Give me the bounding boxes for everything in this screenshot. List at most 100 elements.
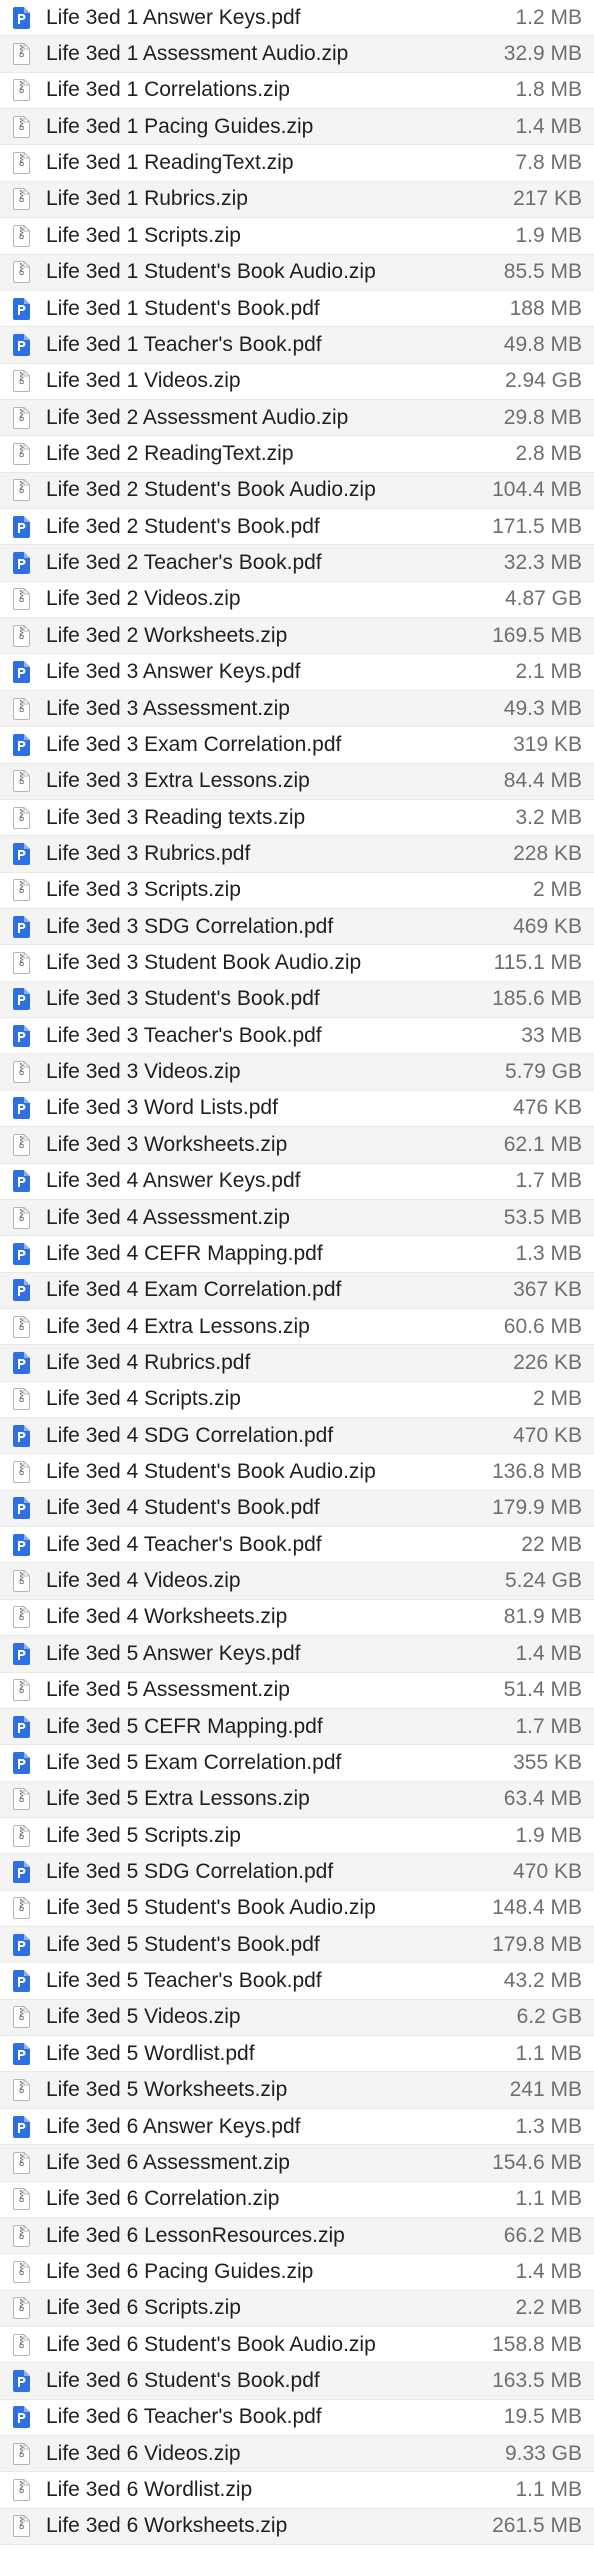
file-row[interactable]: Life 3ed 2 Student's Book.pdf 171.5 MB bbox=[0, 509, 594, 546]
pdf-file-icon bbox=[13, 1170, 30, 1193]
file-size: 1.7 MB bbox=[515, 1714, 582, 1738]
file-row[interactable]: Life 3ed 6 Assessment.zip 154.6 MB bbox=[0, 2145, 594, 2182]
zip-file-icon bbox=[13, 1824, 30, 1847]
file-row[interactable]: Life 3ed 5 Wordlist.pdf 1.1 MB bbox=[0, 2036, 594, 2073]
file-row[interactable]: Life 3ed 2 Videos.zip 4.87 GB bbox=[0, 581, 594, 619]
file-size: 169.5 MB bbox=[492, 623, 582, 647]
file-row[interactable]: Life 3ed 4 Student's Book.pdf 179.9 MB bbox=[0, 1490, 594, 1528]
pdf-file-icon bbox=[13, 1242, 30, 1265]
file-row[interactable]: Life 3ed 5 Scripts.zip 1.9 MB bbox=[0, 1817, 594, 1855]
zip-file-icon bbox=[13, 2333, 30, 2356]
file-row[interactable]: Life 3ed 2 ReadingText.zip 2.8 MB bbox=[0, 436, 594, 473]
file-row[interactable]: Life 3ed 2 Teacher's Book.pdf 32.3 MB bbox=[0, 545, 594, 582]
file-row[interactable]: Life 3ed 3 Word Lists.pdf 476 KB bbox=[0, 1090, 594, 1128]
file-row[interactable]: Life 3ed 3 Reading texts.zip 3.2 MB bbox=[0, 799, 594, 837]
file-row[interactable]: Life 3ed 1 Pacing Guides.zip 1.4 MB bbox=[0, 109, 594, 146]
file-row[interactable]: Life 3ed 3 Student's Book.pdf 185.6 MB bbox=[0, 981, 594, 1019]
file-row[interactable]: Life 3ed 6 Pacing Guides.zip 1.4 MB bbox=[0, 2254, 594, 2291]
pdf-file-icon bbox=[13, 1424, 30, 1447]
file-row[interactable]: Life 3ed 4 Worksheets.zip 81.9 MB bbox=[0, 1599, 594, 1637]
file-row[interactable]: Life 3ed 6 Student's Book Audio.zip 158.… bbox=[0, 2327, 594, 2364]
file-row[interactable]: Life 3ed 5 Teacher's Book.pdf 43.2 MB bbox=[0, 1963, 594, 2000]
pdf-file-icon bbox=[13, 1642, 30, 1665]
file-name: Life 3ed 5 CEFR Mapping.pdf bbox=[46, 1714, 323, 1738]
file-row[interactable]: Life 3ed 3 Answer Keys.pdf 2.1 MB bbox=[0, 654, 594, 691]
file-row[interactable]: Life 3ed 1 Assessment Audio.zip 32.9 MB bbox=[0, 36, 594, 73]
file-row[interactable]: Life 3ed 6 Answer Keys.pdf 1.3 MB bbox=[0, 2108, 594, 2146]
file-row[interactable]: Life 3ed 1 Student's Book Audio.zip 85.5… bbox=[0, 254, 594, 291]
zip-file-icon bbox=[13, 188, 30, 211]
file-row[interactable]: Life 3ed 5 Exam Correlation.pdf 355 KB bbox=[0, 1745, 594, 1782]
file-row[interactable]: Life 3ed 4 CEFR Mapping.pdf 1.3 MB bbox=[0, 1236, 594, 1273]
file-size: 5.24 GB bbox=[504, 1569, 582, 1593]
file-row[interactable]: Life 3ed 3 Assessment.zip 49.3 MB bbox=[0, 690, 594, 728]
file-row[interactable]: Life 3ed 5 Worksheets.zip 241 MB bbox=[0, 2072, 594, 2109]
file-row[interactable]: Life 3ed 5 Student's Book.pdf 179.8 MB bbox=[0, 1927, 594, 1964]
file-row[interactable]: Life 3ed 1 Correlations.zip 1.8 MB bbox=[0, 72, 594, 110]
file-row[interactable]: Life 3ed 3 Extra Lessons.zip 84.4 MB bbox=[0, 763, 594, 800]
file-row[interactable]: Life 3ed 6 Correlation.zip 1.1 MB bbox=[0, 2181, 594, 2218]
file-row[interactable]: Life 3ed 1 Scripts.zip 1.9 MB bbox=[0, 218, 594, 255]
file-row[interactable]: Life 3ed 6 Videos.zip 9.33 GB bbox=[0, 2436, 594, 2473]
file-row[interactable]: Life 3ed 6 Teacher's Book.pdf 19.5 MB bbox=[0, 2399, 594, 2437]
file-name: Life 3ed 4 Student's Book.pdf bbox=[46, 1496, 320, 1520]
zip-file-icon bbox=[13, 588, 30, 611]
zip-file-icon bbox=[13, 224, 30, 247]
pdf-file-icon bbox=[13, 1279, 30, 1302]
file-row[interactable]: Life 3ed 2 Assessment Audio.zip 29.8 MB bbox=[0, 399, 594, 437]
file-row[interactable]: Life 3ed 4 Assessment.zip 53.5 MB bbox=[0, 1199, 594, 1237]
file-row[interactable]: Life 3ed 4 Student's Book Audio.zip 136.… bbox=[0, 1454, 594, 1491]
file-row[interactable]: Life 3ed 3 Teacher's Book.pdf 33 MB bbox=[0, 1018, 594, 1055]
file-row[interactable]: Life 3ed 2 Worksheets.zip 169.5 MB bbox=[0, 618, 594, 655]
file-row[interactable]: Life 3ed 1 ReadingText.zip 7.8 MB bbox=[0, 145, 594, 182]
pdf-file-icon bbox=[13, 1715, 30, 1738]
file-row[interactable]: Life 3ed 4 Exam Correlation.pdf 367 KB bbox=[0, 1272, 594, 1309]
file-size: 319 KB bbox=[513, 732, 582, 756]
file-row[interactable]: Life 3ed 3 Scripts.zip 2 MB bbox=[0, 872, 594, 909]
file-row[interactable]: Life 3ed 3 Rubrics.pdf 228 KB bbox=[0, 836, 594, 873]
file-row[interactable]: Life 3ed 6 Worksheets.zip 261.5 MB bbox=[0, 2508, 594, 2546]
file-row[interactable]: Life 3ed 2 Student's Book Audio.zip 104.… bbox=[0, 472, 594, 510]
file-row[interactable]: Life 3ed 5 CEFR Mapping.pdf 1.7 MB bbox=[0, 1708, 594, 1746]
file-row[interactable]: Life 3ed 5 SDG Correlation.pdf 470 KB bbox=[0, 1854, 594, 1891]
file-row[interactable]: Life 3ed 6 Wordlist.zip 1.1 MB bbox=[0, 2472, 594, 2509]
file-row[interactable]: Life 3ed 5 Answer Keys.pdf 1.4 MB bbox=[0, 1636, 594, 1673]
file-row[interactable]: Life 3ed 1 Teacher's Book.pdf 49.8 MB bbox=[0, 327, 594, 364]
file-row[interactable]: Life 3ed 4 Extra Lessons.zip 60.6 MB bbox=[0, 1308, 594, 1346]
file-size: 2.1 MB bbox=[515, 660, 582, 684]
zip-file-icon bbox=[13, 2442, 30, 2465]
file-row[interactable]: Life 3ed 4 Rubrics.pdf 226 KB bbox=[0, 1345, 594, 1382]
file-name: Life 3ed 5 Student's Book Audio.zip bbox=[46, 1896, 376, 1920]
pdf-file-icon bbox=[13, 1351, 30, 1374]
file-row[interactable]: Life 3ed 4 Scripts.zip 2 MB bbox=[0, 1381, 594, 1419]
file-row[interactable]: Life 3ed 3 SDG Correlation.pdf 469 KB bbox=[0, 908, 594, 946]
file-row[interactable]: Life 3ed 5 Extra Lessons.zip 63.4 MB bbox=[0, 1781, 594, 1818]
file-row[interactable]: Life 3ed 6 Scripts.zip 2.2 MB bbox=[0, 2290, 594, 2327]
zip-file-icon bbox=[13, 2224, 30, 2247]
file-row[interactable]: Life 3ed 3 Student Book Audio.zip 115.1 … bbox=[0, 945, 594, 982]
file-row[interactable]: Life 3ed 1 Student's Book.pdf 188 MB bbox=[0, 290, 594, 328]
file-row[interactable]: Life 3ed 1 Rubrics.zip 217 KB bbox=[0, 181, 594, 219]
file-row[interactable]: Life 3ed 4 Answer Keys.pdf 1.7 MB bbox=[0, 1163, 594, 1200]
file-row[interactable]: Life 3ed 5 Assessment.zip 51.4 MB bbox=[0, 1672, 594, 1709]
file-row[interactable]: Life 3ed 3 Videos.zip 5.79 GB bbox=[0, 1054, 594, 1091]
file-row[interactable]: Life 3ed 5 Student's Book Audio.zip 148.… bbox=[0, 1890, 594, 1928]
pdf-file-icon bbox=[13, 842, 30, 865]
file-row[interactable]: Life 3ed 4 Teacher's Book.pdf 22 MB bbox=[0, 1527, 594, 1564]
file-row[interactable]: Life 3ed 1 Videos.zip 2.94 GB bbox=[0, 363, 594, 400]
file-name: Life 3ed 3 Student Book Audio.zip bbox=[46, 951, 362, 975]
file-name: Life 3ed 3 SDG Correlation.pdf bbox=[46, 914, 334, 938]
file-row[interactable]: Life 3ed 6 Student's Book.pdf 163.5 MB bbox=[0, 2363, 594, 2400]
file-name: Life 3ed 5 Videos.zip bbox=[46, 2005, 241, 2029]
file-row[interactable]: Life 3ed 1 Answer Keys.pdf 1.2 MB bbox=[0, 0, 594, 37]
pdf-file-icon bbox=[13, 661, 30, 684]
file-row[interactable]: Life 3ed 3 Worksheets.zip 62.1 MB bbox=[0, 1127, 594, 1164]
pdf-file-icon bbox=[13, 915, 30, 938]
file-row[interactable]: Life 3ed 6 LessonResources.zip 66.2 MB bbox=[0, 2217, 594, 2255]
file-row[interactable]: Life 3ed 4 Videos.zip 5.24 GB bbox=[0, 1563, 594, 1600]
file-size: 179.9 MB bbox=[492, 1496, 582, 1520]
file-row[interactable]: Life 3ed 5 Videos.zip 6.2 GB bbox=[0, 1999, 594, 2037]
file-name: Life 3ed 5 Answer Keys.pdf bbox=[46, 1641, 301, 1665]
file-row[interactable]: Life 3ed 3 Exam Correlation.pdf 319 KB bbox=[0, 727, 594, 764]
file-row[interactable]: Life 3ed 4 SDG Correlation.pdf 470 KB bbox=[0, 1418, 594, 1455]
